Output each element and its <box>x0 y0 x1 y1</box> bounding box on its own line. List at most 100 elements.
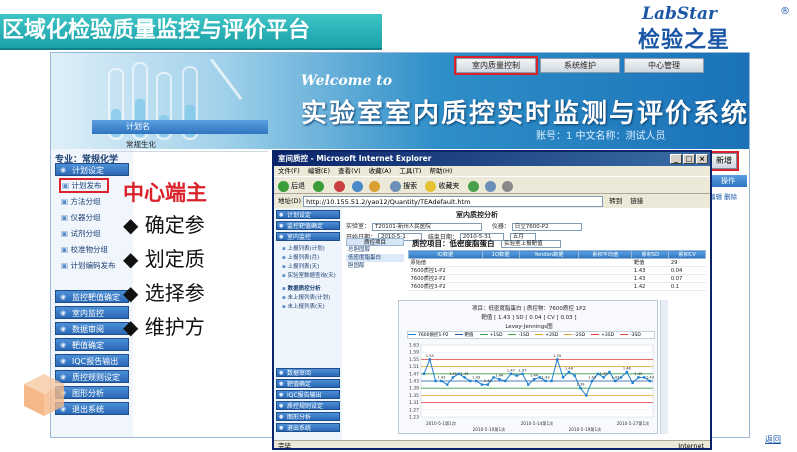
table-row[interactable]: 7600质控3-P2 1.42 0.1 <box>408 282 706 291</box>
data-label: 1.47 <box>519 368 527 372</box>
inner-item-report-plan[interactable]: 上报列表(计划) <box>282 244 324 252</box>
sidebar-group-data-review[interactable]: 数据审阅 <box>55 322 129 336</box>
url-input[interactable]: http://10.155.51.2/yao12/Quantity/TEAdef… <box>303 195 604 207</box>
nav-center-management[interactable]: 中心管理 <box>624 58 704 73</box>
ie-address-bar: 地址(D) http://10.155.51.2/yao12/Quantity/… <box>274 194 710 208</box>
inner-item-unreported-plan[interactable]: 未上报列表(计划) <box>282 293 330 301</box>
sidebar-group-indoor-monitoring[interactable]: 室内监控 <box>55 306 129 320</box>
sidebar-item-plan-publish[interactable]: 计划发布 <box>58 178 110 193</box>
list-item[interactable]: 胆固醇 <box>346 262 404 270</box>
add-button[interactable]: 新增 <box>709 151 739 171</box>
sidebar-group-iqc-report[interactable]: IQC报告输出 <box>55 354 129 368</box>
inner-group-target[interactable]: 监控靶值确定 <box>276 221 340 231</box>
table-cell <box>482 282 520 291</box>
back-button[interactable]: 后退 <box>291 182 305 190</box>
table-cell: 0.1 <box>668 282 706 291</box>
inner-group-qc-rules[interactable]: 质控规则设定 <box>276 401 340 411</box>
table-row[interactable]: 常规生化 <box>92 138 268 152</box>
stop-icon[interactable] <box>334 180 346 192</box>
close-button[interactable]: × <box>696 154 708 164</box>
inner-item-unreported-day[interactable]: 未上报列表(天) <box>282 302 324 310</box>
list-item[interactable]: 总胆固醇 <box>346 246 404 254</box>
menu-tools[interactable]: 工具(T) <box>399 167 421 175</box>
favorites-button[interactable]: 收藏夹 <box>438 182 459 190</box>
data-label: 1.43 <box>646 376 654 380</box>
inner-group-iqc-report[interactable]: IQC报告输出 <box>276 390 340 400</box>
menu-favorites[interactable]: 收藏(A) <box>369 167 392 175</box>
data-point <box>602 376 605 379</box>
data-point <box>573 374 576 377</box>
history-icon[interactable] <box>467 180 479 192</box>
data-point <box>608 370 611 374</box>
sidebar-item-calibrator-group[interactable]: 校准物分组 <box>61 244 108 255</box>
target-source-select[interactable]: 实验室上报靶值 <box>501 240 562 248</box>
inner-item-report-day[interactable]: 上报列表(天) <box>282 262 319 270</box>
inner-group-review[interactable]: 数据审阅 <box>276 368 340 378</box>
lab-select[interactable]: T20101-新州人民医院 <box>371 222 482 231</box>
mail-icon[interactable] <box>484 180 496 192</box>
inner-item-qc-analysis[interactable]: 数据质控分析 <box>282 284 321 292</box>
menu-help[interactable]: 帮助(H) <box>430 167 453 175</box>
table-row[interactable]: 7600质控1-P2 1.43 0.04 <box>408 266 706 275</box>
table-header: 累积平均值 <box>578 250 633 259</box>
welcome-text: Welcome to <box>301 73 393 89</box>
table-cell: 0.04 <box>668 266 706 275</box>
top-navigation: 室内质量控制 系统维护 中心管理 <box>454 56 704 75</box>
sidebar-item-instrument-group[interactable]: 仪器分组 <box>61 212 100 223</box>
search-icon[interactable] <box>390 180 402 192</box>
y-tick-label: 1.55 <box>409 357 419 363</box>
edit-delete-links[interactable]: 编辑 删除 <box>709 191 737 201</box>
inner-nav: 计划设定 监控靶值确定 室内监控 上报列表(计划) 上报列表(月) 上报列表(天… <box>274 208 342 440</box>
operations-header: 操作 <box>709 175 747 187</box>
minimize-button[interactable]: _ <box>670 154 682 164</box>
data-point <box>527 383 530 386</box>
data-point <box>556 358 559 361</box>
sidebar-group-target-confirm[interactable]: 靶值确定 <box>55 338 129 352</box>
instrument-select[interactable]: 日立7600-P2 <box>511 222 582 231</box>
table-row[interactable]: 7600质控2-P2 1.43 0.07 <box>408 274 706 283</box>
inner-item-report-month[interactable]: 上报列表(月) <box>282 253 319 261</box>
sidebar-item-reagent-group[interactable]: 试剂分组 <box>61 228 100 239</box>
sidebar-group-plan[interactable]: 计划设定 <box>55 163 129 177</box>
y-tick-label: 1.47 <box>409 371 419 377</box>
back-link[interactable]: 返回 <box>765 434 781 445</box>
nav-indoor-qc[interactable]: 室内质量控制 <box>454 56 538 75</box>
sidebar-group-exit[interactable]: 退出系统 <box>55 402 129 416</box>
inner-group-monitoring[interactable]: 室内监控 <box>276 232 340 242</box>
ie-status-bar: 完毕 Internet <box>274 440 710 448</box>
search-button[interactable]: 搜索 <box>403 182 417 190</box>
menu-edit[interactable]: 编辑(E) <box>308 167 330 175</box>
inner-group-graph[interactable]: 图形分析 <box>276 412 340 422</box>
go-button[interactable]: 转到 <box>609 194 622 208</box>
y-tick-label: 1.59 <box>409 350 419 356</box>
sidebar-group-qc-rules[interactable]: 质控规则设定 <box>55 370 129 384</box>
data-label: 1.41 <box>484 379 492 383</box>
table-row[interactable]: 原始值 靶值 29 <box>408 258 706 267</box>
home-icon[interactable] <box>368 180 380 192</box>
table-cell <box>578 274 632 283</box>
ie-title-bar: 室间质控 - Microsoft Internet Explorer _ □ × <box>274 152 710 166</box>
back-arrow-icon[interactable] <box>278 180 289 192</box>
table-cell <box>578 266 632 275</box>
links-label[interactable]: 链接 <box>630 197 643 205</box>
inner-item-lab-query[interactable]: 实验室数据查询(天) <box>282 271 335 279</box>
menu-file[interactable]: 文件(F) <box>278 167 300 175</box>
nav-system-maintenance[interactable]: 系统维护 <box>540 58 620 73</box>
sidebar-item-method-group[interactable]: 方法分组 <box>61 196 100 207</box>
chart-title: 项目：低密度脂蛋白 | 质控物：7600质控 1P2 <box>472 306 586 312</box>
inner-group-plan[interactable]: 计划设定 <box>276 210 340 220</box>
inner-group-target-confirm[interactable]: 靶值确定 <box>276 379 340 389</box>
maximize-button[interactable]: □ <box>683 154 695 164</box>
favorites-star-icon[interactable] <box>425 180 437 192</box>
list-item[interactable]: 低密度脂蛋白 <box>346 254 404 262</box>
decorative-cube <box>24 374 64 416</box>
inner-group-exit[interactable]: 退出系统 <box>276 423 340 433</box>
refresh-icon[interactable] <box>351 180 363 192</box>
sidebar-item-plan-code-publish[interactable]: 计划编码发布 <box>61 260 115 271</box>
print-icon[interactable] <box>502 180 514 192</box>
forward-arrow-icon[interactable] <box>313 180 325 192</box>
chart-scrollbar[interactable] <box>660 300 668 434</box>
menu-view[interactable]: 查看(V) <box>338 167 361 175</box>
sidebar-group-graph-analysis[interactable]: 图形分析 <box>55 386 129 400</box>
sidebar-group-target-value[interactable]: 监控靶值确定 <box>55 290 129 304</box>
